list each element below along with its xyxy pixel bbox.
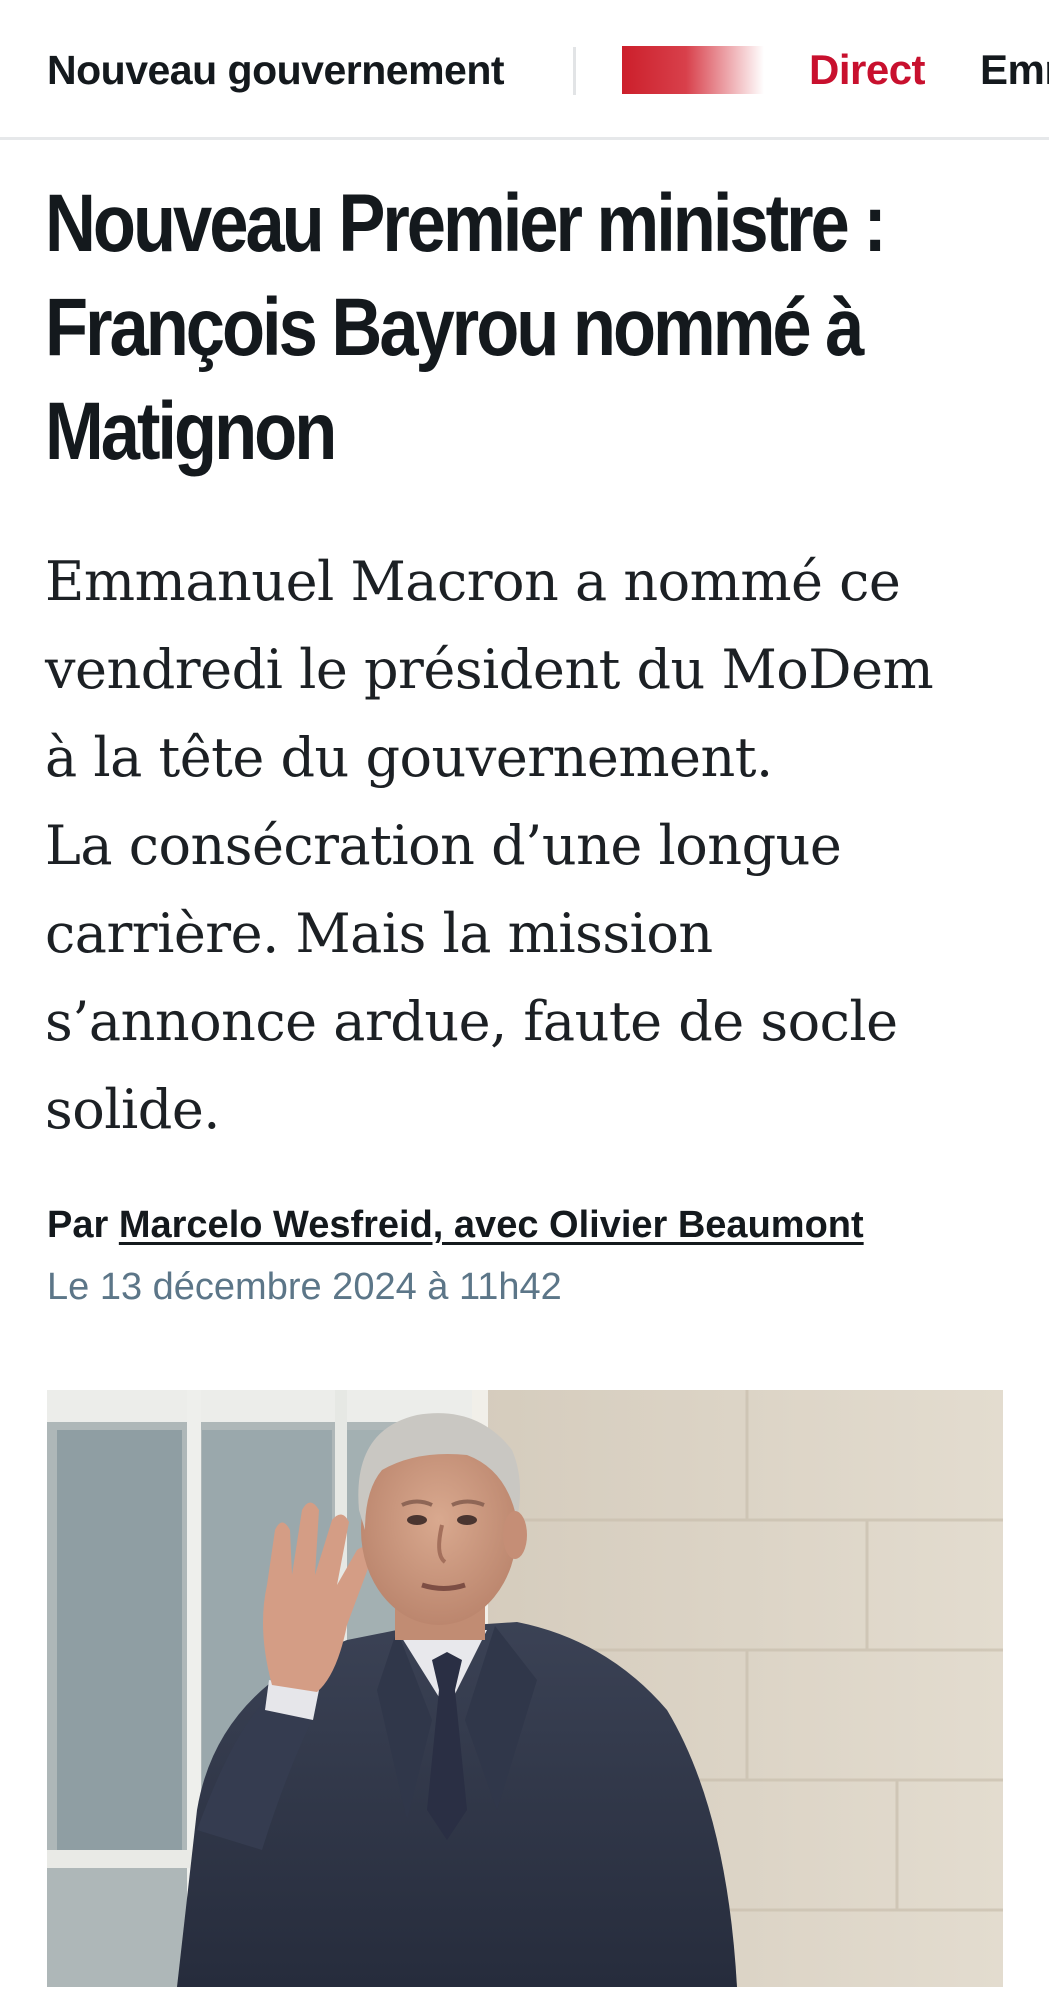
nav-divider bbox=[573, 47, 576, 95]
byline-authors-link[interactable]: Marcelo Wesfreid, avec Olivier Beaumont bbox=[119, 1204, 864, 1246]
lead-line: Emmanuel Macron a nommé ce bbox=[45, 550, 901, 613]
article-headline: Nouveau Premier ministre : François Bayr… bbox=[45, 172, 1025, 484]
lead-line: à la tête du gouvernement. bbox=[45, 726, 773, 789]
publish-date: Le 13 décembre 2024 à 11h42 bbox=[47, 1266, 562, 1308]
byline: Par Marcelo Wesfreid, avec Olivier Beaum… bbox=[47, 1200, 864, 1250]
article-photo bbox=[47, 1390, 1003, 1987]
top-nav: Nouveau gouvernement Direct Emm bbox=[0, 0, 1049, 140]
headline-line: François Bayrou nommé à bbox=[45, 282, 864, 373]
nav-link-direct[interactable]: Direct bbox=[809, 40, 926, 100]
nav-link-next[interactable]: Emm bbox=[980, 40, 1049, 100]
lead-line: La consécration d’une longue bbox=[45, 814, 842, 877]
live-bar-icon[interactable] bbox=[622, 46, 764, 94]
photo-illustration bbox=[47, 1390, 1003, 1987]
lead-line: solide. bbox=[45, 1078, 220, 1141]
article-lead: Emmanuel Macron a nommé ce vendredi le p… bbox=[45, 538, 1025, 1154]
lead-line: vendredi le président du MoDem bbox=[45, 638, 934, 701]
headline-line: Matignon bbox=[45, 386, 337, 477]
headline-line: Nouveau Premier ministre : bbox=[45, 178, 887, 269]
lead-line: s’annonce ardue, faute de socle bbox=[45, 990, 898, 1053]
lead-line: carrière. Mais la mission bbox=[45, 902, 713, 965]
nav-link-nouveau-gouvernement[interactable]: Nouveau gouvernement bbox=[47, 40, 505, 100]
byline-prefix: Par bbox=[47, 1204, 109, 1246]
